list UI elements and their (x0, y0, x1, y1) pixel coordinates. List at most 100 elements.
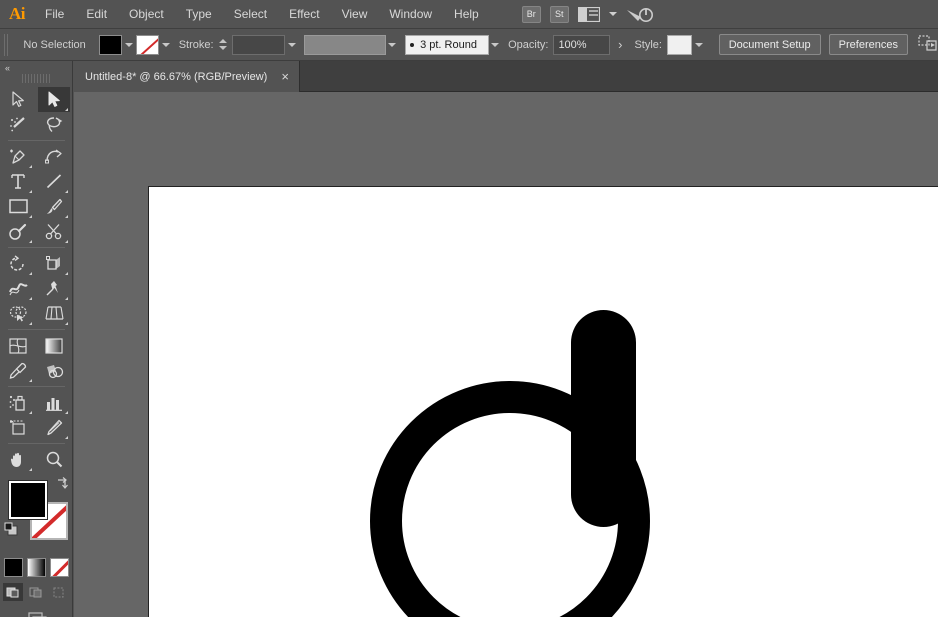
variable-width-dropdown-icon[interactable] (386, 35, 399, 55)
stock-button[interactable]: St (550, 6, 569, 23)
stroke-swatch-dropdown-icon[interactable] (159, 35, 172, 55)
menu-select[interactable]: Select (223, 0, 278, 29)
brush-bullet-icon (410, 43, 414, 47)
app-logo-icon: Ai (0, 0, 34, 29)
brush-definition-dropdown-icon[interactable] (489, 35, 502, 55)
opacity-input[interactable]: 100% (553, 35, 610, 55)
menu-edit[interactable]: Edit (75, 0, 118, 29)
drawing-mode-buttons (0, 583, 72, 601)
tool-divider (8, 247, 65, 248)
canvas-area[interactable] (74, 92, 938, 617)
fill-swatch-dropdown-icon[interactable] (122, 35, 135, 55)
tool-flyout-indicator[interactable] (65, 108, 68, 111)
gradient-tool[interactable] (38, 333, 70, 358)
blend-tool[interactable] (38, 358, 70, 383)
color-mode-button[interactable] (4, 558, 23, 577)
stroke-weight-stepper[interactable] (218, 35, 229, 55)
bridge-button[interactable]: Br (522, 6, 541, 23)
menu-type[interactable]: Type (175, 0, 223, 29)
mesh-tool[interactable] (2, 333, 34, 358)
pen-tool[interactable] (2, 144, 34, 169)
menu-object[interactable]: Object (118, 0, 175, 29)
zoom-tool[interactable] (38, 447, 70, 472)
menu-bar: Ai File Edit Object Type Select Effect V… (0, 0, 938, 29)
control-panel-grip[interactable] (4, 34, 9, 56)
draw-normal-button[interactable] (3, 583, 23, 601)
shape-builder-tool[interactable] (2, 301, 34, 326)
change-screen-mode-button[interactable] (21, 611, 51, 617)
brush-definition-select[interactable]: 3 pt. Round (405, 35, 489, 55)
close-icon[interactable]: × (281, 70, 289, 83)
stroke-weight-label: Stroke: (179, 39, 214, 51)
artboard-tool[interactable] (2, 415, 34, 440)
stroke-weight-dropdown-icon[interactable] (285, 35, 298, 55)
chevron-down-icon[interactable] (609, 12, 617, 16)
column-graph-tool[interactable] (38, 390, 70, 415)
eraser-scissors-tool[interactable] (38, 219, 70, 244)
preferences-button[interactable]: Preferences (829, 34, 908, 55)
draw-behind-button[interactable] (26, 583, 46, 601)
line-segment-tool[interactable] (38, 169, 70, 194)
eyedropper-tool[interactable] (2, 358, 34, 383)
toolbar-fill-swatch[interactable] (9, 481, 47, 519)
document-tab-title: Untitled-8* @ 66.67% (RGB/Preview) (85, 71, 267, 83)
opacity-more-options-icon[interactable]: › (618, 37, 622, 52)
document-tab-bar: Untitled-8* @ 66.67% (RGB/Preview) × (0, 61, 938, 92)
default-fill-stroke-icon[interactable] (4, 522, 19, 537)
rectangle-tool[interactable] (2, 194, 34, 219)
lasso-tool[interactable] (38, 112, 70, 137)
paintbrush-tool[interactable] (38, 194, 70, 219)
menu-view[interactable]: View (331, 0, 379, 29)
rotate-tool[interactable] (2, 251, 34, 276)
power-bar (571, 310, 636, 527)
stroke-color-swatch[interactable] (136, 35, 160, 55)
tool-group-paint (0, 333, 73, 383)
menu-window[interactable]: Window (378, 0, 443, 29)
tool-divider (8, 329, 65, 330)
swap-fill-stroke-icon[interactable] (54, 476, 70, 492)
style-dropdown-icon[interactable] (692, 35, 705, 55)
collapse-panel-button[interactable]: « (0, 61, 72, 74)
type-tool[interactable] (2, 169, 34, 194)
tool-group-symbols (0, 390, 73, 440)
magic-wand-tool[interactable] (2, 112, 34, 137)
curvature-tool[interactable] (38, 144, 70, 169)
tool-group-selection (0, 87, 73, 137)
workspace-switcher-icon[interactable] (578, 7, 600, 22)
symbol-sprayer-tool[interactable] (2, 390, 34, 415)
none-mode-button[interactable] (50, 558, 69, 577)
free-transform-tool[interactable] (38, 276, 70, 301)
tool-group-drawing (0, 144, 73, 244)
fill-color-swatch[interactable] (99, 35, 123, 55)
menu-help[interactable]: Help (443, 0, 490, 29)
document-setup-button[interactable]: Document Setup (719, 34, 821, 55)
width-tool[interactable] (2, 276, 34, 301)
variable-width-profile-input[interactable] (304, 35, 386, 55)
hand-tool[interactable] (2, 447, 34, 472)
tool-group-navigation (0, 447, 73, 472)
draw-inside-button[interactable] (49, 583, 69, 601)
selection-tool[interactable] (2, 87, 34, 112)
shaper-tool[interactable] (2, 219, 34, 244)
perspective-grid-tool[interactable] (38, 301, 70, 326)
fill-stroke-controls (0, 476, 73, 554)
style-label: Style: (634, 39, 662, 51)
artboard[interactable] (148, 186, 938, 617)
scale-tool[interactable] (38, 251, 70, 276)
menu-effect[interactable]: Effect (278, 0, 330, 29)
search-adobe-icon[interactable] (626, 5, 650, 23)
arrange-documents-icon[interactable] (918, 34, 938, 55)
stroke-weight-input[interactable] (232, 35, 285, 55)
direct-selection-tool[interactable] (38, 87, 70, 112)
selection-status-label: No Selection (15, 39, 98, 51)
graphic-style-swatch[interactable] (667, 35, 692, 55)
tools-panel-grip[interactable] (22, 74, 50, 83)
power-symbol-artwork[interactable] (149, 187, 938, 617)
illustrator-window: Ai File Edit Object Type Select Effect V… (0, 0, 938, 617)
menu-bar-right-cluster: Br St (522, 5, 650, 23)
document-tab[interactable]: Untitled-8* @ 66.67% (RGB/Preview) × (73, 61, 300, 92)
color-mode-buttons (0, 558, 72, 577)
gradient-mode-button[interactable] (27, 558, 46, 577)
slice-tool[interactable] (38, 415, 70, 440)
menu-file[interactable]: File (34, 0, 75, 29)
